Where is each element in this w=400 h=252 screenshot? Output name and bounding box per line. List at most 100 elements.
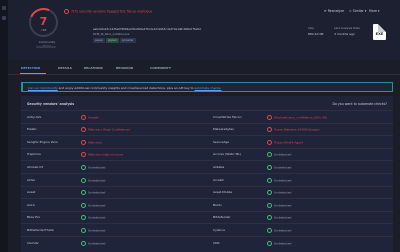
check-icon	[81, 227, 86, 233]
vendor-name: CrowdStrike Falcon	[213, 114, 242, 119]
join-community-link[interactable]: Join our Community	[28, 86, 58, 90]
result-text: Malicious	[88, 140, 102, 145]
undetected-result: Undetected	[267, 240, 291, 246]
tab-behavior[interactable]: BEHAVIOR	[116, 66, 133, 70]
malicious-alert: 7/72 security vendors flagged this file …	[64, 9, 152, 14]
malicious-result: Win/malicious_confidence_60% (W)	[267, 114, 328, 120]
result-text: Undetected	[274, 152, 292, 157]
undetected-result: Undetected	[81, 240, 105, 246]
undetected-result: Undetected	[81, 177, 105, 183]
check-icon	[267, 164, 272, 170]
vendor-name: Alibaba	[213, 164, 225, 169]
result-text: Undetected	[88, 215, 106, 220]
result-text: Win/malicious_confidence_60% (W)	[274, 115, 328, 119]
alert-icon	[64, 9, 69, 14]
vendor-name: CMC	[213, 240, 220, 245]
last-analysis-value: 3 months ago	[334, 32, 355, 36]
alert-icon	[267, 127, 272, 133]
file-name: RCM_Ni_Pack_installer.exe	[93, 32, 130, 36]
result-text: Undetected	[88, 190, 106, 195]
nav-icon[interactable]	[2, 16, 6, 20]
similar-button[interactable]: ≈ Similar ▾	[349, 9, 366, 13]
tab-detection[interactable]: DETECTION	[21, 66, 40, 70]
vendor-name: Sangfor Engine Zero	[27, 139, 58, 144]
undetected-result: Undetected	[267, 190, 292, 196]
vendor-row: AhnLab-V3 Undetected Alibaba Undetected	[21, 160, 393, 171]
vendor-row: Bkav Pro Undetected Bitdefender Undetected	[21, 210, 393, 222]
result-text: Undetected	[274, 178, 292, 182]
tab-community[interactable]: COMMUNITY	[150, 66, 171, 70]
alert-icon	[81, 114, 86, 120]
undetected-result: Undetected	[267, 152, 292, 158]
result-text: Trojan.Malware.1436M.Susgen	[274, 127, 320, 132]
vendor-row: ClamAV Undetected CMC Undetected	[21, 236, 393, 247]
vendor-name: Cylance	[213, 227, 225, 232]
tag-spreader[interactable]: spreader	[120, 38, 136, 43]
tab-bar: DETECTION DETAILS RELATIONS BEHAVIOR COM…	[8, 62, 400, 75]
vendor-name: Bkav Pro	[27, 215, 41, 220]
malicious-result: Malicious (High Confidence)	[81, 127, 130, 133]
result-text: Undetected	[274, 190, 292, 195]
tag-peexe[interactable]: peexe	[93, 38, 105, 43]
check-icon	[267, 190, 272, 196]
detection-total: / 68	[40, 28, 47, 32]
more-button[interactable]: More ▾	[369, 9, 380, 13]
malicious-result: Trojan.Malware.1436M.Susgen	[267, 127, 320, 133]
reanalyze-label: Reanalyze	[327, 9, 345, 13]
security-vendors-analysis: Security vendors' analysis Do you want t…	[21, 96, 393, 252]
vendor-name: Bitdefender	[213, 215, 231, 220]
vendor-name: BitDefenderTheta	[27, 227, 54, 232]
left-sidebar	[0, 0, 8, 252]
alert-icon	[267, 139, 272, 145]
vendor-row: Avira Undetected Baidu Undetected	[21, 198, 393, 209]
check-icon	[81, 215, 86, 221]
result-text: Unsafe	[88, 115, 99, 119]
file-hash[interactable]: eebdd3eb3c12d5e6f66b9e2d5a3b8e4f9c2a1d7e…	[93, 27, 201, 31]
more-label: More	[369, 9, 377, 13]
result-text: Trojan.Win64.Agent	[274, 140, 304, 145]
vendor-name: Avira	[27, 202, 35, 207]
vendor-name: Avast-Mobile	[213, 190, 233, 195]
reanalyze-button[interactable]: ⟳ Reanalyze	[324, 9, 344, 13]
automate-checks-link[interactable]: Do you want to automate checks?	[333, 102, 388, 106]
alert-icon	[81, 139, 86, 145]
detection-score-ring: 7 / 68	[24, 3, 63, 42]
automate-checks-text: Do you want to automate checks?	[332, 102, 388, 106]
result-text: Undetected	[88, 165, 106, 170]
menu-icon[interactable]	[2, 6, 6, 10]
undetected-result: Undetected	[267, 215, 291, 221]
active-tab-indicator	[20, 73, 46, 74]
result-text: Undetected	[274, 165, 292, 170]
vendor-row: BitDefenderTheta Undetected Cylance Undetec…	[21, 223, 393, 234]
file-type-icon: EXE	[373, 24, 386, 40]
malicious-result: Trojan.Win64.Agent	[267, 139, 304, 145]
tab-details[interactable]: DETAILS	[58, 66, 72, 70]
check-icon	[81, 240, 86, 246]
undetected-result: Undetected	[267, 164, 292, 170]
undetected-result: Undetected	[267, 227, 291, 233]
check-icon	[267, 177, 272, 183]
automate-checks-link[interactable]: automate checks.	[195, 86, 222, 90]
file-corner	[378, 24, 386, 32]
detection-count: 7	[39, 15, 48, 28]
vendor-row: Avast Undetected Avast-Mobile Undetected	[21, 185, 393, 197]
undetected-result: Undetected	[81, 190, 106, 196]
check-icon	[81, 190, 86, 196]
alert-icon	[81, 127, 86, 133]
vendor-row: ALYac Undetected Arcabit Undetected	[21, 173, 393, 184]
undetected-result: Undetected	[81, 202, 105, 208]
similar-label: Similar	[352, 9, 364, 13]
vendor-row: Trapmine Malicious.high.ml.score Acronis (…	[21, 147, 393, 159]
vendor-name: ALYac	[27, 177, 36, 182]
check-icon	[81, 202, 86, 208]
undetected-result: Undetected	[81, 215, 106, 221]
tab-relations[interactable]: RELATIONS	[84, 66, 103, 70]
vendor-row: Sangfor Engine Zero Malicious SecureAge Tro…	[21, 135, 393, 146]
result-text: Undetected	[274, 203, 292, 208]
result-text: Malicious (High Confidence)	[88, 127, 130, 132]
check-icon	[81, 177, 86, 183]
vendor-name: Acronis (Static ML)	[213, 152, 242, 157]
malicious-result: Malicious.high.ml.score	[81, 152, 123, 158]
size-value: 882.40 KB	[308, 32, 324, 36]
tag-signed[interactable]: signed	[106, 38, 119, 43]
